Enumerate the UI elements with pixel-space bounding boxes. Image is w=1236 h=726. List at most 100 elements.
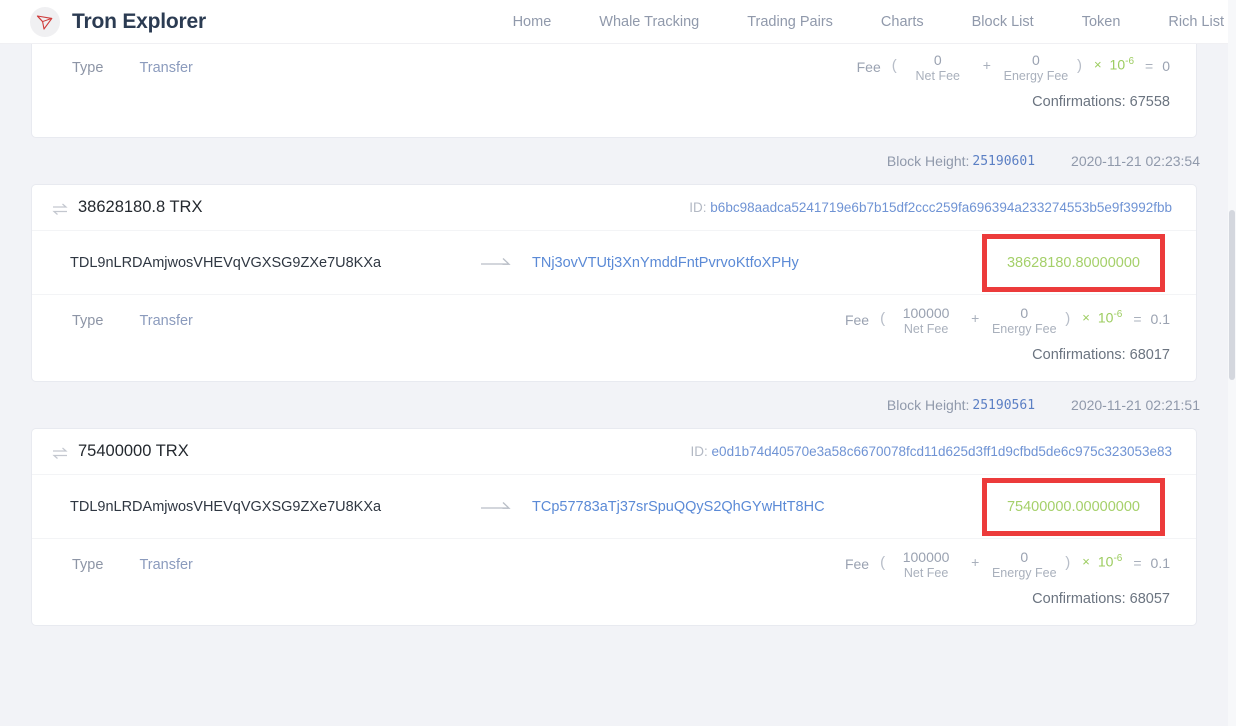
transaction-footer: Type Transfer Fee ( 100000 Net Fee + 0 E…	[32, 539, 1196, 625]
multiply-sign: ×	[1082, 310, 1090, 325]
energy-fee-value: 0	[1032, 52, 1040, 68]
nav-item-trading-pairs[interactable]: Trading Pairs	[723, 14, 857, 30]
multiply-sign: ×	[1093, 57, 1102, 72]
equals-sign: =	[1145, 58, 1154, 74]
scrollbar-thumb[interactable]	[1229, 210, 1235, 380]
nav-item-home[interactable]: Home	[489, 14, 576, 30]
block-height-value[interactable]: 25190561	[972, 398, 1035, 413]
nav-item-whale-tracking[interactable]: Whale Tracking	[575, 14, 723, 30]
transaction-amount-title: 75400000 TRX	[78, 442, 189, 460]
fee-label: Fee	[844, 312, 870, 328]
type-value[interactable]: Transfer	[139, 60, 192, 76]
nav-item-token[interactable]: Token	[1058, 14, 1145, 30]
power-of-ten: 10-6	[1098, 305, 1122, 326]
net-fee-column: 0 Net Fee	[899, 52, 977, 84]
paren-open: (	[880, 554, 886, 571]
paren-close: )	[1065, 310, 1071, 327]
transaction-type: Type Transfer	[72, 313, 193, 329]
fee-total-value: 0.1	[1150, 555, 1170, 571]
transfer-row: TDL9nLRDAmjwosVHEVqVGXSG9ZXe7U8KXa TNj3o…	[32, 231, 1196, 295]
transaction-header: 38628180.8 TRX ID: b6bc98aadca5241719e6b…	[32, 185, 1196, 231]
type-label: Type	[72, 60, 104, 76]
energy-fee-column: 0 Energy Fee	[997, 52, 1075, 84]
id-value[interactable]: b6bc98aadca5241719e6b7b15df2ccc259fa6963…	[710, 200, 1172, 215]
confirmations-text: Confirmations: 67558	[1032, 94, 1170, 110]
energy-fee-column: 0 Energy Fee	[985, 549, 1063, 581]
transaction-header: 75400000 TRX ID: e0d1b74d40570e3a58c6670…	[32, 429, 1196, 475]
equals-sign: =	[1133, 311, 1142, 327]
from-address: TDL9nLRDAmjwosVHEVqVGXSG9ZXe7U8KXa	[70, 254, 382, 271]
net-fee-column: 100000 Net Fee	[887, 305, 965, 337]
plus-sign: +	[971, 554, 980, 570]
transaction-id: ID: e0d1b74d40570e3a58c6670078fcd11d625d…	[691, 444, 1172, 459]
transaction-id: ID: b6bc98aadca5241719e6b7b15df2ccc259fa…	[689, 200, 1172, 215]
power-exponent: -6	[1113, 309, 1123, 320]
plus-sign: +	[971, 310, 980, 326]
energy-fee-value: 0	[1020, 305, 1029, 321]
power-base: 10	[1097, 553, 1114, 570]
transfer-amount-highlighted: 38628180.80000000	[981, 233, 1166, 292]
power-of-ten: 10-6	[1110, 52, 1134, 73]
plus-sign: +	[982, 57, 991, 73]
energy-fee-value: 0	[1020, 549, 1029, 565]
net-fee-value: 100000	[902, 305, 950, 321]
equals-sign: =	[1133, 555, 1142, 571]
type-label: Type	[72, 313, 104, 329]
from-address: TDL9nLRDAmjwosVHEVqVGXSG9ZXe7U8KXa	[70, 498, 382, 515]
timestamp: 2020-11-21 02:21:51	[1071, 397, 1200, 413]
type-label: Type	[72, 557, 104, 573]
transaction-meta: Block Height: 25190561 2020-11-21 02:21:…	[0, 381, 1228, 429]
transaction-type: Type Transfer	[72, 557, 193, 573]
type-value[interactable]: Transfer	[139, 557, 192, 573]
brand-title: Tron Explorer	[72, 9, 206, 33]
multiply-sign: ×	[1082, 554, 1090, 569]
page-scrollbar[interactable]	[1228, 0, 1236, 726]
transaction-meta: Block Height: 25190601 2020-11-21 02:23:…	[0, 137, 1228, 185]
fee-label: Fee	[844, 556, 870, 572]
page-body: Type Transfer Fee ( 0 Net Fee + 0 Energy…	[0, 0, 1228, 726]
swap-arrows-icon	[52, 202, 68, 215]
fee-label: Fee	[856, 59, 881, 75]
paren-open: (	[880, 310, 886, 327]
brand[interactable]: Tron Explorer	[30, 6, 206, 37]
transaction-card: 75400000 TRX ID: e0d1b74d40570e3a58c6670…	[32, 429, 1196, 625]
transfer-row: TDL9nLRDAmjwosVHEVqVGXSG9ZXe7U8KXa TCp57…	[32, 475, 1196, 539]
nav-item-block-list[interactable]: Block List	[948, 14, 1058, 30]
swap-arrows-icon	[52, 446, 68, 459]
type-value[interactable]: Transfer	[139, 313, 192, 329]
net-fee-value: 100000	[902, 549, 950, 565]
block-height-label: Block Height:	[886, 153, 970, 169]
power-base: 10	[1109, 56, 1126, 73]
transaction-card: 38628180.8 TRX ID: b6bc98aadca5241719e6b…	[32, 185, 1196, 381]
power-base: 10	[1097, 309, 1114, 326]
net-fee-label: Net Fee	[903, 322, 949, 336]
main-nav: Home Whale Tracking Trading Pairs Charts…	[489, 14, 1228, 30]
energy-fee-label: Energy Fee	[1003, 69, 1069, 83]
timestamp: 2020-11-21 02:23:54	[1071, 153, 1200, 169]
transaction-amount-title: 38628180.8 TRX	[78, 198, 203, 216]
block-height-label: Block Height:	[886, 397, 970, 413]
confirmations-text: Confirmations: 68057	[1032, 591, 1170, 607]
paren-open: (	[891, 57, 897, 74]
block-height-value[interactable]: 25190601	[972, 154, 1035, 169]
to-address[interactable]: TNj3ovVTUtj3XnYmddFntPvrvoKtfoXPHy	[532, 255, 799, 271]
fee-total-value: 0	[1162, 58, 1170, 74]
paren-close: )	[1065, 554, 1071, 571]
fee-breakdown: Fee ( 0 Net Fee + 0 Energy Fee ) × 10-6 …	[857, 52, 1170, 84]
power-of-ten: 10-6	[1098, 549, 1122, 570]
nav-item-charts[interactable]: Charts	[857, 14, 948, 30]
transaction-type: Type Transfer	[72, 60, 193, 76]
fee-breakdown: Fee ( 100000 Net Fee + 0 Energy Fee ) × …	[845, 305, 1170, 337]
transaction-footer: Type Transfer Fee ( 0 Net Fee + 0 Energy…	[32, 44, 1196, 137]
id-label: ID:	[689, 200, 707, 215]
id-value[interactable]: e0d1b74d40570e3a58c6670078fcd11d625d3ff1…	[712, 444, 1172, 459]
confirmations-text: Confirmations: 68017	[1032, 347, 1170, 363]
site-header: Tron Explorer Home Whale Tracking Tradin…	[0, 0, 1228, 44]
transfer-arrow-icon	[462, 499, 532, 515]
transfer-arrow-icon	[462, 255, 532, 271]
nav-item-rich-list[interactable]: Rich List	[1144, 14, 1228, 30]
to-address[interactable]: TCp57783aTj37srSpuQQyS2QhGYwHtT8HC	[532, 499, 825, 515]
tron-logo-icon	[30, 6, 60, 37]
paren-close: )	[1076, 57, 1082, 74]
net-fee-value: 0	[933, 52, 942, 68]
